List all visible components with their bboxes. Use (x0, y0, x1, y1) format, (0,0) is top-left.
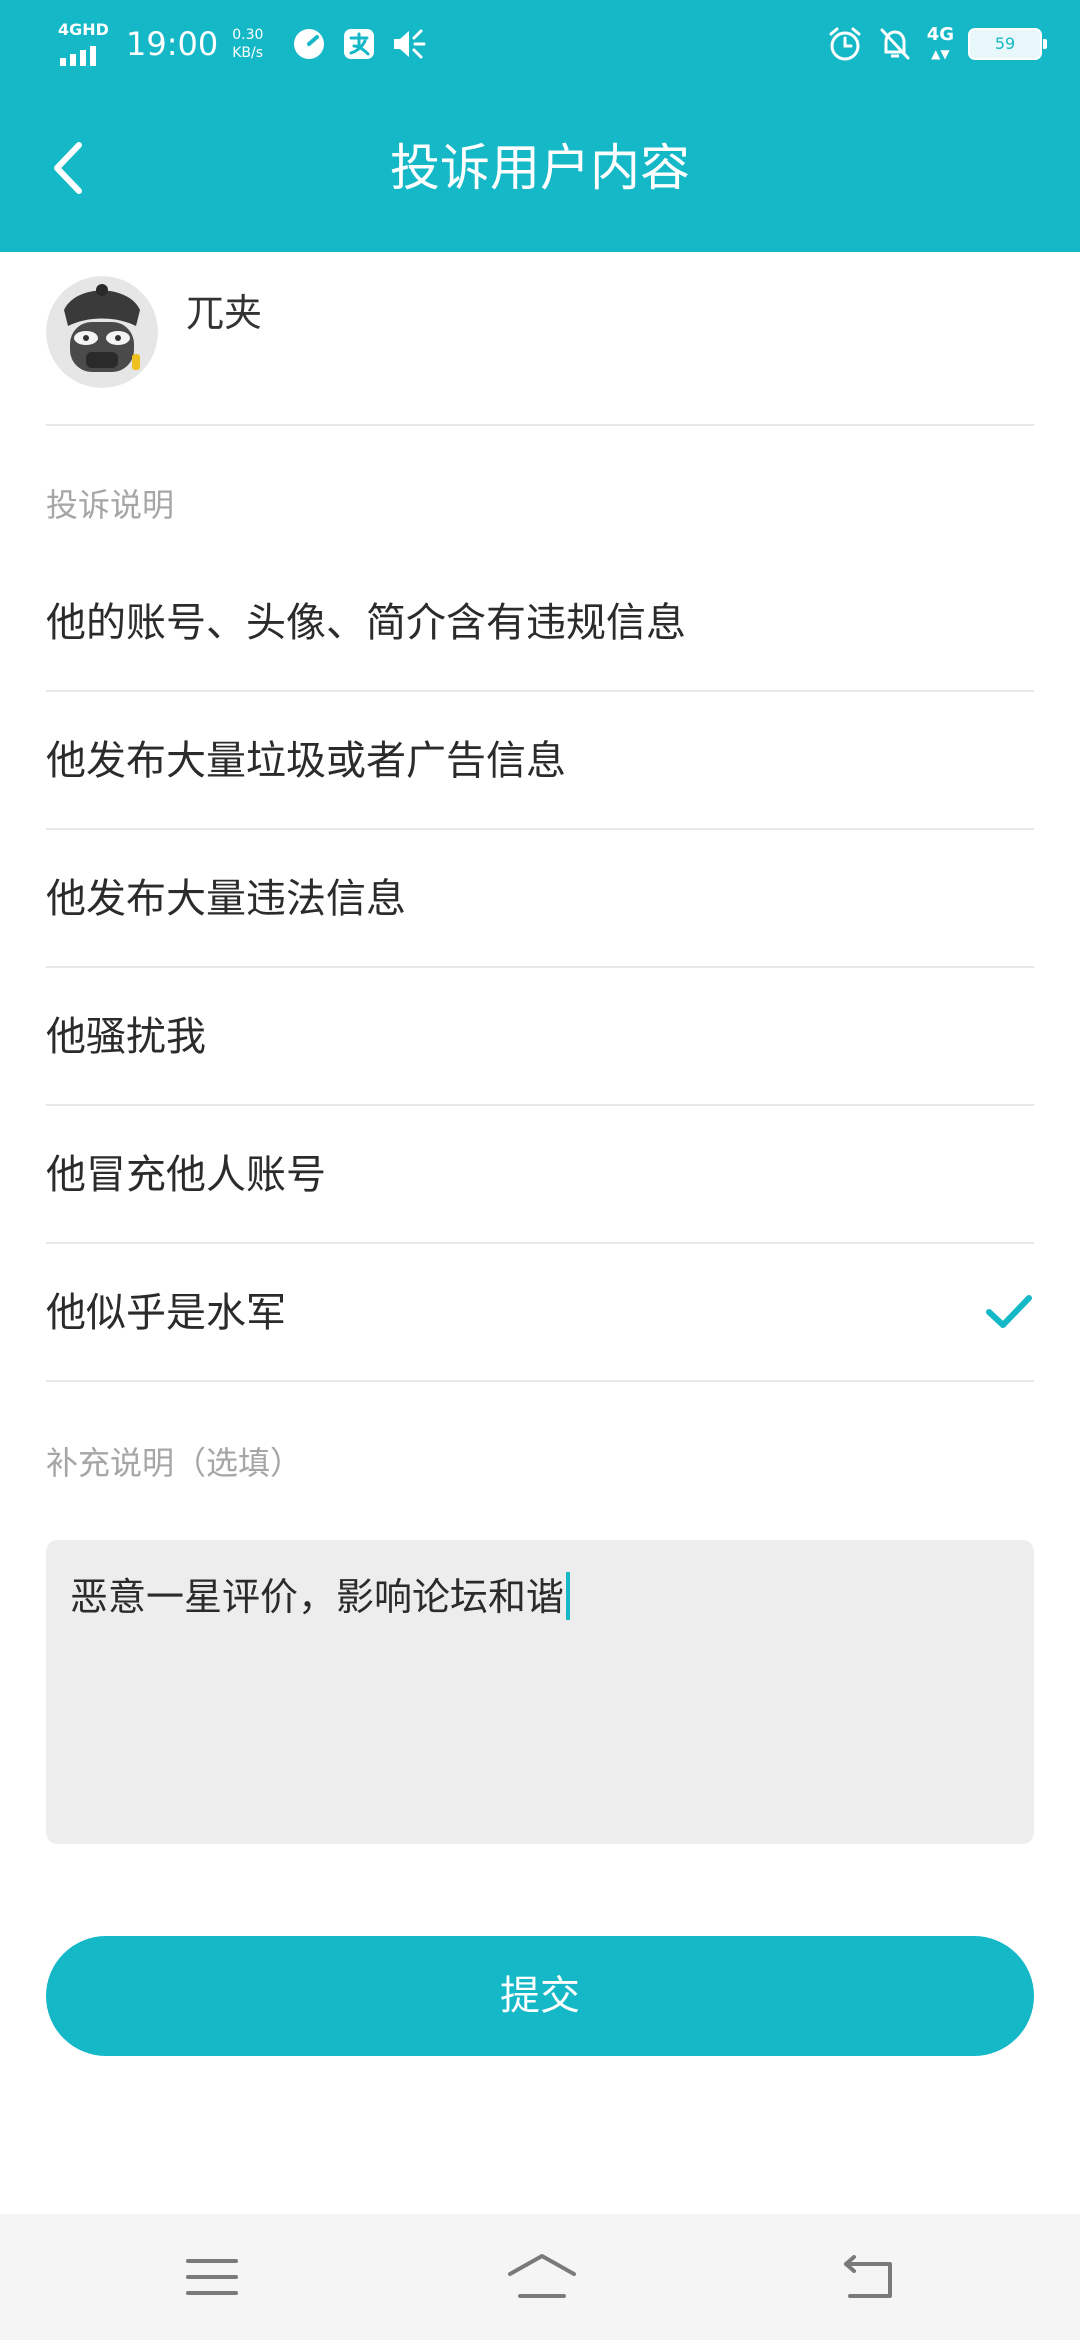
speaker-icon (391, 26, 427, 62)
signal-icon: 4GHD (58, 20, 109, 66)
reason-label: 他似乎是水军 (46, 1290, 286, 1336)
submit-button[interactable]: 提交 (46, 1936, 1034, 2056)
data-arrows-icon: ▲▼ (931, 46, 950, 61)
page-title: 投诉用户内容 (390, 139, 690, 197)
reported-user: 兀夹 (46, 252, 1034, 426)
supplement-label: 补充说明（选填） (46, 1444, 303, 1482)
nav-back-button[interactable] (836, 2252, 900, 2302)
supplement-text: 恶意一星评价，影响论坛和谐 (70, 1575, 565, 1619)
checkmark-icon (986, 1295, 1032, 1328)
avatar (46, 276, 158, 388)
reason-option[interactable]: 他骚扰我 (46, 968, 1034, 1106)
reason-label: 他冒充他人账号 (46, 1152, 326, 1198)
mobile-data-indicator: 4G ▲▼ (926, 23, 954, 63)
battery-icon: 59 (968, 28, 1047, 60)
status-left: 4GHD 19:00 0.30 KB/s (58, 16, 441, 72)
reason-option[interactable]: 他发布大量违法信息 (46, 830, 1034, 968)
speedometer-icon (291, 26, 327, 62)
status-bar: 4GHD 19:00 0.30 KB/s 4G ▲▼ 59 (0, 0, 1080, 84)
system-nav-bar (0, 2214, 1080, 2340)
mute-bell-icon (877, 26, 913, 62)
return-icon (844, 2255, 892, 2298)
mobile-network-type: 4G (926, 23, 954, 45)
status-time: 19:00 (126, 25, 219, 63)
reason-label: 他骚扰我 (46, 1014, 206, 1060)
nav-menu-button[interactable] (180, 2252, 244, 2302)
header: 投诉用户内容 (0, 84, 1080, 252)
network-speed: 0.30 KB/s (232, 26, 263, 62)
reason-list: 他的账号、头像、简介含有违规信息 他发布大量垃圾或者广告信息 他发布大量违法信息… (46, 554, 1034, 1382)
status-right: 4G ▲▼ 59 (827, 18, 1047, 70)
reason-option-selected[interactable]: 他似乎是水军 (46, 1244, 1034, 1382)
reason-option[interactable]: 他冒充他人账号 (46, 1106, 1034, 1244)
alarm-icon (827, 26, 863, 62)
menu-icon (186, 2259, 238, 2295)
app-topbar: 4GHD 19:00 0.30 KB/s 4G ▲▼ 59 投诉用户内容 (0, 0, 1080, 252)
text-cursor (566, 1572, 571, 1620)
alipay-icon (341, 26, 377, 62)
reason-option[interactable]: 他发布大量垃圾或者广告信息 (46, 692, 1034, 830)
network-speed-unit: KB/s (232, 45, 264, 61)
username: 兀夹 (186, 291, 263, 335)
reason-label: 他的账号、头像、简介含有违规信息 (46, 600, 686, 646)
nav-home-button[interactable] (506, 2252, 578, 2302)
supplement-textarea[interactable]: 恶意一星评价，影响论坛和谐 (46, 1540, 1034, 1844)
complaint-section-label: 投诉说明 (46, 486, 175, 524)
signal-bars (60, 46, 96, 66)
reason-option[interactable]: 他的账号、头像、简介含有违规信息 (46, 554, 1034, 692)
reason-label: 他发布大量违法信息 (46, 876, 406, 922)
battery-level: 59 (994, 34, 1016, 53)
reason-label: 他发布大量垃圾或者广告信息 (46, 738, 566, 784)
network-type: 4GHD (58, 20, 109, 39)
network-speed-value: 0.30 (232, 27, 264, 43)
home-icon (508, 2254, 576, 2298)
